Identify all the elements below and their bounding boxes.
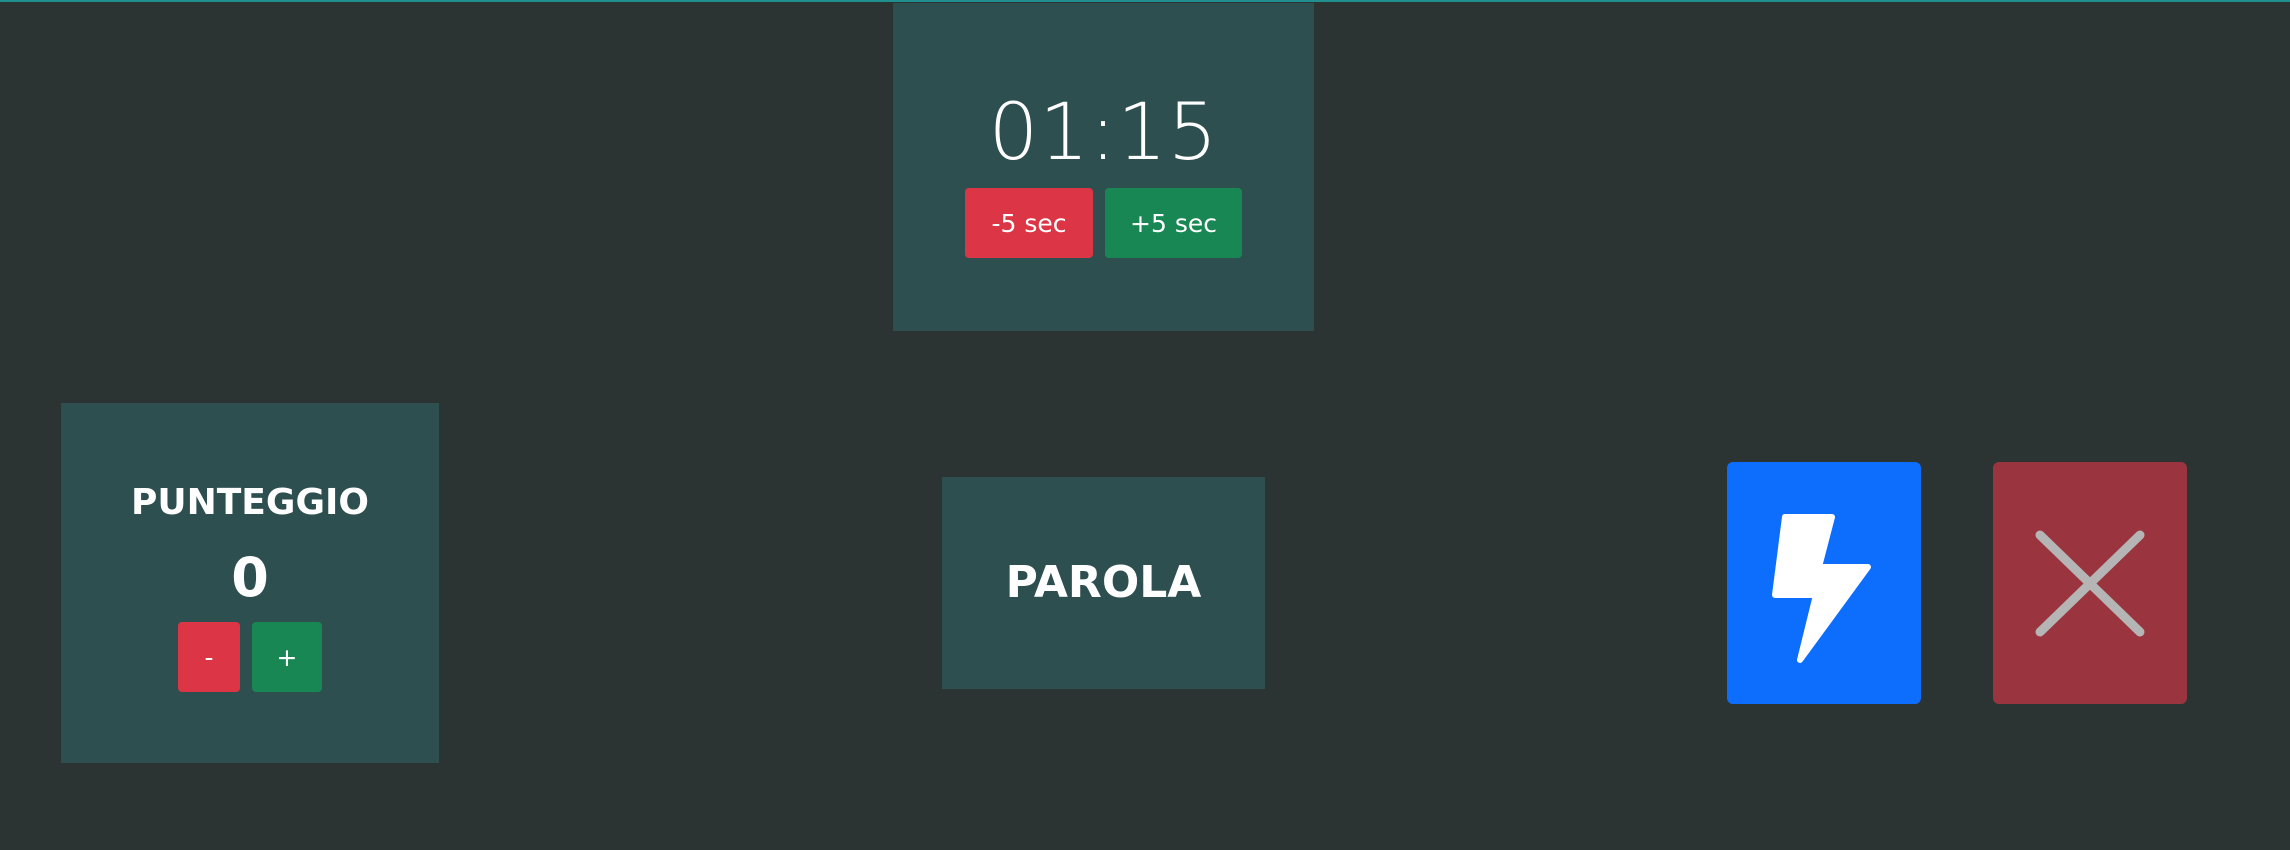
lightning-bolt-icon — [1772, 514, 1871, 663]
score-value: 0 — [231, 546, 269, 609]
word-text: PAROLA — [1005, 557, 1202, 608]
close-x-icon — [2035, 530, 2145, 637]
score-label: PUNTEGGIO — [131, 482, 369, 523]
word-panel: PAROLA — [942, 477, 1265, 689]
minus-5-sec-button[interactable]: -5 sec — [965, 188, 1093, 258]
score-decrement-button[interactable]: - — [178, 622, 240, 692]
correct-button[interactable] — [1727, 462, 1921, 704]
score-panel: PUNTEGGIO 0 - + — [61, 403, 439, 763]
skip-button[interactable] — [1993, 462, 2187, 704]
top-accent-line — [0, 0, 2290, 2]
timer-display: 01:15 — [988, 88, 1219, 178]
timer-panel: 01:15 -5 sec +5 sec — [893, 3, 1314, 331]
score-increment-button[interactable]: + — [252, 622, 322, 692]
plus-5-sec-button[interactable]: +5 sec — [1105, 188, 1242, 258]
